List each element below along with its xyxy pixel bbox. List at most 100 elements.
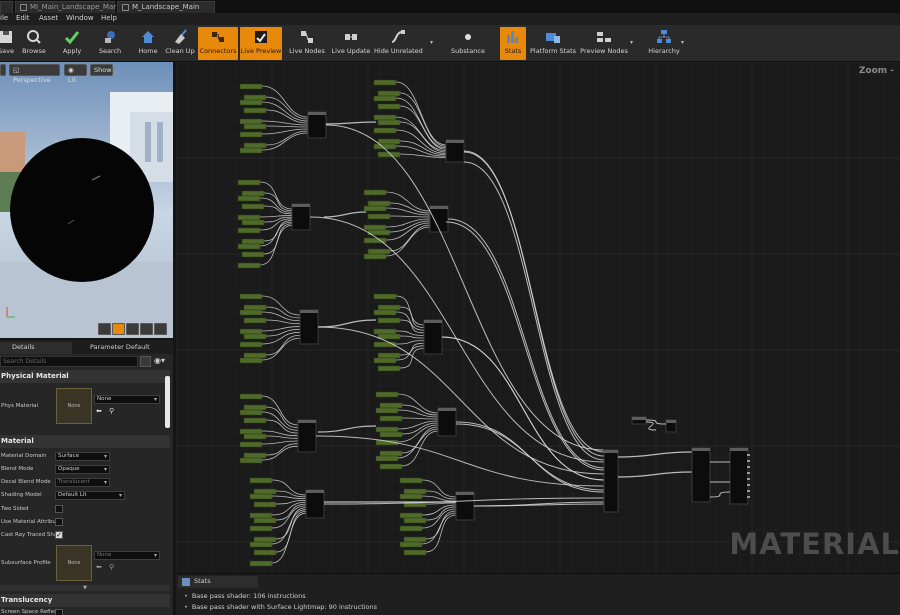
details-search-input[interactable]: Search Details: [0, 356, 138, 367]
subsurface-profile-thumbnail[interactable]: None: [56, 545, 92, 581]
parameter-node[interactable]: [241, 251, 265, 258]
function-node[interactable]: [445, 139, 465, 163]
parameter-node[interactable]: [375, 407, 399, 414]
parameter-node[interactable]: [375, 426, 399, 433]
parameter-node[interactable]: [241, 190, 265, 197]
parameter-node[interactable]: [249, 493, 273, 500]
parameter-node[interactable]: [243, 94, 267, 101]
output-node-a[interactable]: [691, 447, 711, 503]
substance-button[interactable]: Substance: [448, 27, 488, 60]
parameter-node[interactable]: [243, 142, 267, 149]
function-node[interactable]: [299, 309, 319, 345]
parameter-node[interactable]: [399, 541, 423, 548]
function-node[interactable]: [423, 319, 443, 355]
tab-stats[interactable]: Stats: [178, 576, 258, 588]
parameter-node[interactable]: [399, 477, 423, 484]
parameter-node[interactable]: [377, 352, 401, 359]
parameter-node[interactable]: [363, 253, 387, 260]
chevron-down-icon[interactable]: ▾: [430, 39, 433, 46]
parameter-node[interactable]: [253, 517, 277, 524]
lit-button[interactable]: ◉ Lit: [64, 64, 87, 84]
tab-details[interactable]: Details: [0, 342, 72, 354]
combine-node[interactable]: [603, 449, 619, 513]
material-result-node[interactable]: [729, 447, 749, 505]
parameter-node[interactable]: [241, 219, 265, 226]
parameter-node[interactable]: [377, 333, 401, 340]
parameter-node[interactable]: [237, 214, 261, 221]
function-node[interactable]: [455, 491, 475, 521]
perspective-button[interactable]: ◱ Perspective: [9, 64, 60, 84]
parameter-node[interactable]: [363, 189, 387, 196]
browse-button[interactable]: Browse: [20, 27, 48, 60]
home-button[interactable]: Home: [134, 27, 162, 60]
parameter-node[interactable]: [239, 147, 263, 154]
material-domain-combo[interactable]: Surface: [55, 452, 110, 461]
parameter-node[interactable]: [243, 107, 267, 114]
parameter-node[interactable]: [403, 549, 427, 556]
advanced-expand-arrow-icon[interactable]: ▼: [0, 585, 170, 591]
function-node[interactable]: [305, 489, 325, 519]
parameter-node[interactable]: [249, 560, 273, 567]
parameter-node[interactable]: [373, 357, 397, 364]
parameter-node[interactable]: [237, 243, 261, 250]
parameter-node[interactable]: [239, 428, 263, 435]
two-sided-checkbox[interactable]: [55, 505, 63, 513]
parameter-node[interactable]: [239, 118, 263, 125]
live-nodes-button[interactable]: Live Nodes: [288, 27, 326, 60]
function-node[interactable]: [291, 203, 311, 231]
parameter-node[interactable]: [373, 328, 397, 335]
parameter-node[interactable]: [377, 90, 401, 97]
parameter-node[interactable]: [239, 131, 263, 138]
parameter-node[interactable]: [403, 517, 427, 524]
parameter-node[interactable]: [379, 450, 403, 457]
parameter-node[interactable]: [237, 262, 261, 269]
parameter-node[interactable]: [239, 457, 263, 464]
preview-mesh-button[interactable]: [154, 323, 167, 335]
preview-sphere-button[interactable]: [112, 323, 125, 335]
function-node[interactable]: [437, 407, 457, 437]
clean-up-button[interactable]: Clean Up: [164, 27, 196, 60]
parameter-node[interactable]: [399, 525, 423, 532]
parameter-node[interactable]: [375, 455, 399, 462]
parameter-node[interactable]: [375, 391, 399, 398]
screen-space-reflections-checkbox[interactable]: [55, 609, 63, 615]
phys-material-thumbnail[interactable]: None: [56, 388, 92, 424]
parameter-node[interactable]: [243, 123, 267, 130]
phys-material-combo[interactable]: None: [94, 395, 160, 404]
parameter-node[interactable]: [379, 402, 403, 409]
parameter-node[interactable]: [239, 293, 263, 300]
preview-nodes-button[interactable]: Preview Nodes: [580, 27, 628, 60]
parameter-node[interactable]: [363, 205, 387, 212]
stats-button[interactable]: Stats: [500, 27, 526, 60]
tab-parameter-defaults[interactable]: Parameter Default: [78, 342, 170, 354]
parameter-node[interactable]: [241, 238, 265, 245]
parameter-node[interactable]: [373, 143, 397, 150]
parameter-node[interactable]: [403, 488, 427, 495]
menu-window[interactable]: Window: [66, 14, 94, 22]
function-node[interactable]: [297, 419, 317, 453]
parameter-node[interactable]: [239, 409, 263, 416]
parameter-node[interactable]: [377, 317, 401, 324]
translucency-section[interactable]: Translucency: [0, 594, 170, 607]
function-node[interactable]: [307, 111, 327, 139]
parameter-node[interactable]: [399, 493, 423, 500]
preview-plane-button[interactable]: [126, 323, 139, 335]
parameter-node[interactable]: [377, 103, 401, 110]
browse-search-icon[interactable]: ⚲: [109, 407, 114, 415]
parameter-node[interactable]: [377, 365, 401, 372]
parameter-node[interactable]: [379, 415, 403, 422]
parameter-node[interactable]: [377, 119, 401, 126]
blend-mode-combo[interactable]: Opaque: [55, 465, 110, 474]
parameter-node[interactable]: [239, 309, 263, 316]
parameter-node[interactable]: [367, 213, 391, 220]
parameter-node[interactable]: [373, 79, 397, 86]
parameter-node[interactable]: [243, 433, 267, 440]
menu-asset[interactable]: Asset: [39, 14, 58, 22]
viewport-options-chevron[interactable]: [0, 64, 6, 76]
parameter-node[interactable]: [377, 304, 401, 311]
parameter-node[interactable]: [373, 127, 397, 134]
parameter-node[interactable]: [377, 138, 401, 145]
save-button[interactable]: Save: [0, 27, 16, 60]
parameter-node[interactable]: [237, 179, 261, 186]
parameter-node[interactable]: [243, 333, 267, 340]
